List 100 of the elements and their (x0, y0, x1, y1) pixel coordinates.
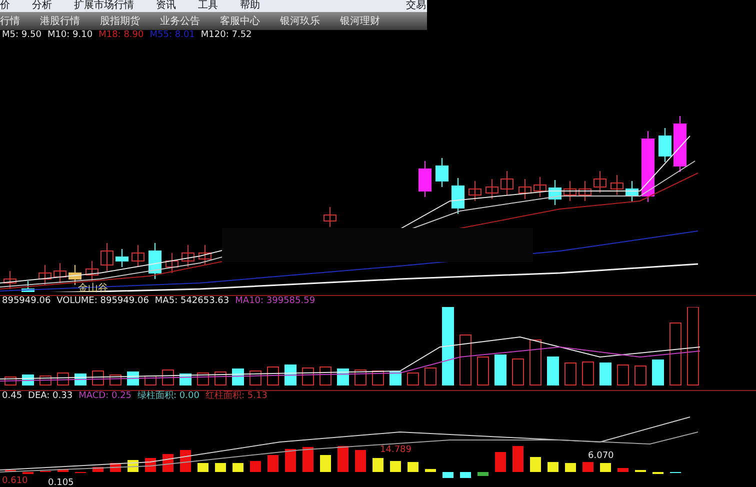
macd-bar (320, 455, 331, 472)
volume-bar (57, 372, 69, 386)
volume-bar (582, 362, 594, 386)
candlestick (594, 170, 606, 194)
volume-bar (40, 376, 52, 386)
macd-bar (232, 463, 244, 472)
candlestick (674, 116, 686, 172)
macd-bar (618, 468, 628, 472)
volume-bar (250, 370, 262, 386)
indicator-value: M5: 9.50 (2, 30, 42, 41)
volume-bar (372, 370, 384, 386)
macd-bar (478, 472, 488, 476)
macd-bar (390, 461, 401, 472)
candlestick (610, 174, 624, 196)
candlestick (182, 244, 194, 268)
menu-item[interactable]: 分析 (32, 0, 52, 12)
indicator-value: M120: 7.52 (200, 30, 252, 41)
nav-tab[interactable]: 银河理财 (340, 14, 380, 28)
indicator-value: M10: 9.10 (47, 30, 93, 41)
volume-bar (512, 358, 524, 386)
candlestick (22, 280, 34, 292)
volume-bar (4, 376, 16, 386)
menu-item[interactable]: 资讯 (156, 0, 176, 12)
menu-item[interactable]: 价 (0, 0, 10, 12)
volume-bar (424, 368, 436, 386)
menu-item[interactable]: 工具 (198, 0, 218, 12)
macd-bar (268, 455, 278, 472)
macd-bar (302, 447, 314, 472)
macd-bar (92, 467, 104, 472)
candlestick (132, 244, 144, 268)
indicator-value: VOLUME: 895949.06 (56, 296, 149, 307)
candlestick (578, 180, 592, 202)
macd-value-label: 0.610 (2, 476, 28, 486)
macd-bar (565, 463, 576, 472)
candlestick (116, 248, 128, 268)
volume-bar (197, 372, 209, 386)
candlestick (324, 206, 336, 228)
macd-bar (215, 463, 226, 472)
macd-bar (425, 469, 436, 472)
volume-bar (390, 372, 402, 386)
macd-bar (600, 463, 611, 472)
indicator-value: DEA: 0.33 (28, 391, 73, 402)
indicator-value: MACD: 0.25 (78, 391, 132, 402)
indicator-value: 红柱面积: 5.13 (205, 391, 268, 402)
volume-bar (267, 366, 279, 386)
volume-bar (634, 366, 646, 386)
volume-bar (302, 368, 314, 386)
candlestick (148, 242, 162, 280)
indicator-value: M55: 8.01 (150, 30, 195, 41)
nav-tab[interactable]: 行情 (0, 14, 20, 28)
volume-bar (354, 370, 366, 386)
macd-bar (495, 452, 506, 472)
volume-bar (407, 372, 419, 386)
candlestick (418, 160, 432, 198)
nav-tab[interactable]: 银河玖乐 (280, 14, 320, 28)
macd-bar (285, 449, 296, 472)
indicator-value: 0.45 (2, 391, 22, 402)
menu-item[interactable]: 帮助 (240, 0, 260, 12)
candlestick (452, 178, 464, 214)
volume-bar (494, 354, 506, 386)
nav-tab[interactable]: 港股行情 (40, 14, 80, 28)
volume-bar (144, 376, 156, 386)
volume-bar (617, 364, 629, 386)
candlestick (658, 128, 672, 162)
nav-tab[interactable]: 客服中心 (220, 14, 260, 28)
candlestick (198, 244, 212, 266)
volume-bar (92, 370, 104, 386)
volume-bar (652, 360, 664, 386)
indicator-value: MA5: 542653.63 (154, 296, 230, 307)
macd-bar (372, 458, 384, 472)
volume-bar (600, 362, 612, 386)
candlestick (564, 180, 576, 202)
macd-value-label: 6.070 (588, 451, 614, 461)
macd-value-label: 14.789 (380, 445, 412, 455)
macd-bar (530, 457, 541, 472)
macd-bar (180, 450, 191, 472)
macd-value-label: 0.105 (48, 478, 74, 487)
volume-bar (564, 362, 576, 386)
nav-tab[interactable]: 股指期货 (100, 14, 140, 28)
candlestick (100, 242, 114, 272)
candlestick (518, 178, 532, 200)
volume-bar (670, 322, 682, 386)
volume-bar (284, 364, 296, 386)
candlestick (534, 176, 546, 198)
indicator-value: M18: 8.90 (98, 30, 144, 41)
macd-bar (460, 472, 471, 478)
candlestick (500, 170, 514, 196)
candlestick (4, 270, 16, 290)
volume-bar (320, 366, 332, 386)
nav-tab[interactable]: 业务公告 (160, 14, 200, 28)
macd-bar (250, 461, 261, 472)
candlestick (38, 264, 52, 286)
indicator-value: 895949.06 (2, 296, 51, 307)
macd-bar (582, 462, 594, 472)
macd-bar (355, 450, 366, 472)
candlestick (166, 252, 178, 274)
volume-bar (214, 372, 226, 386)
volume-bar (530, 340, 542, 386)
candlestick (486, 178, 498, 200)
volume-bar (460, 334, 472, 386)
